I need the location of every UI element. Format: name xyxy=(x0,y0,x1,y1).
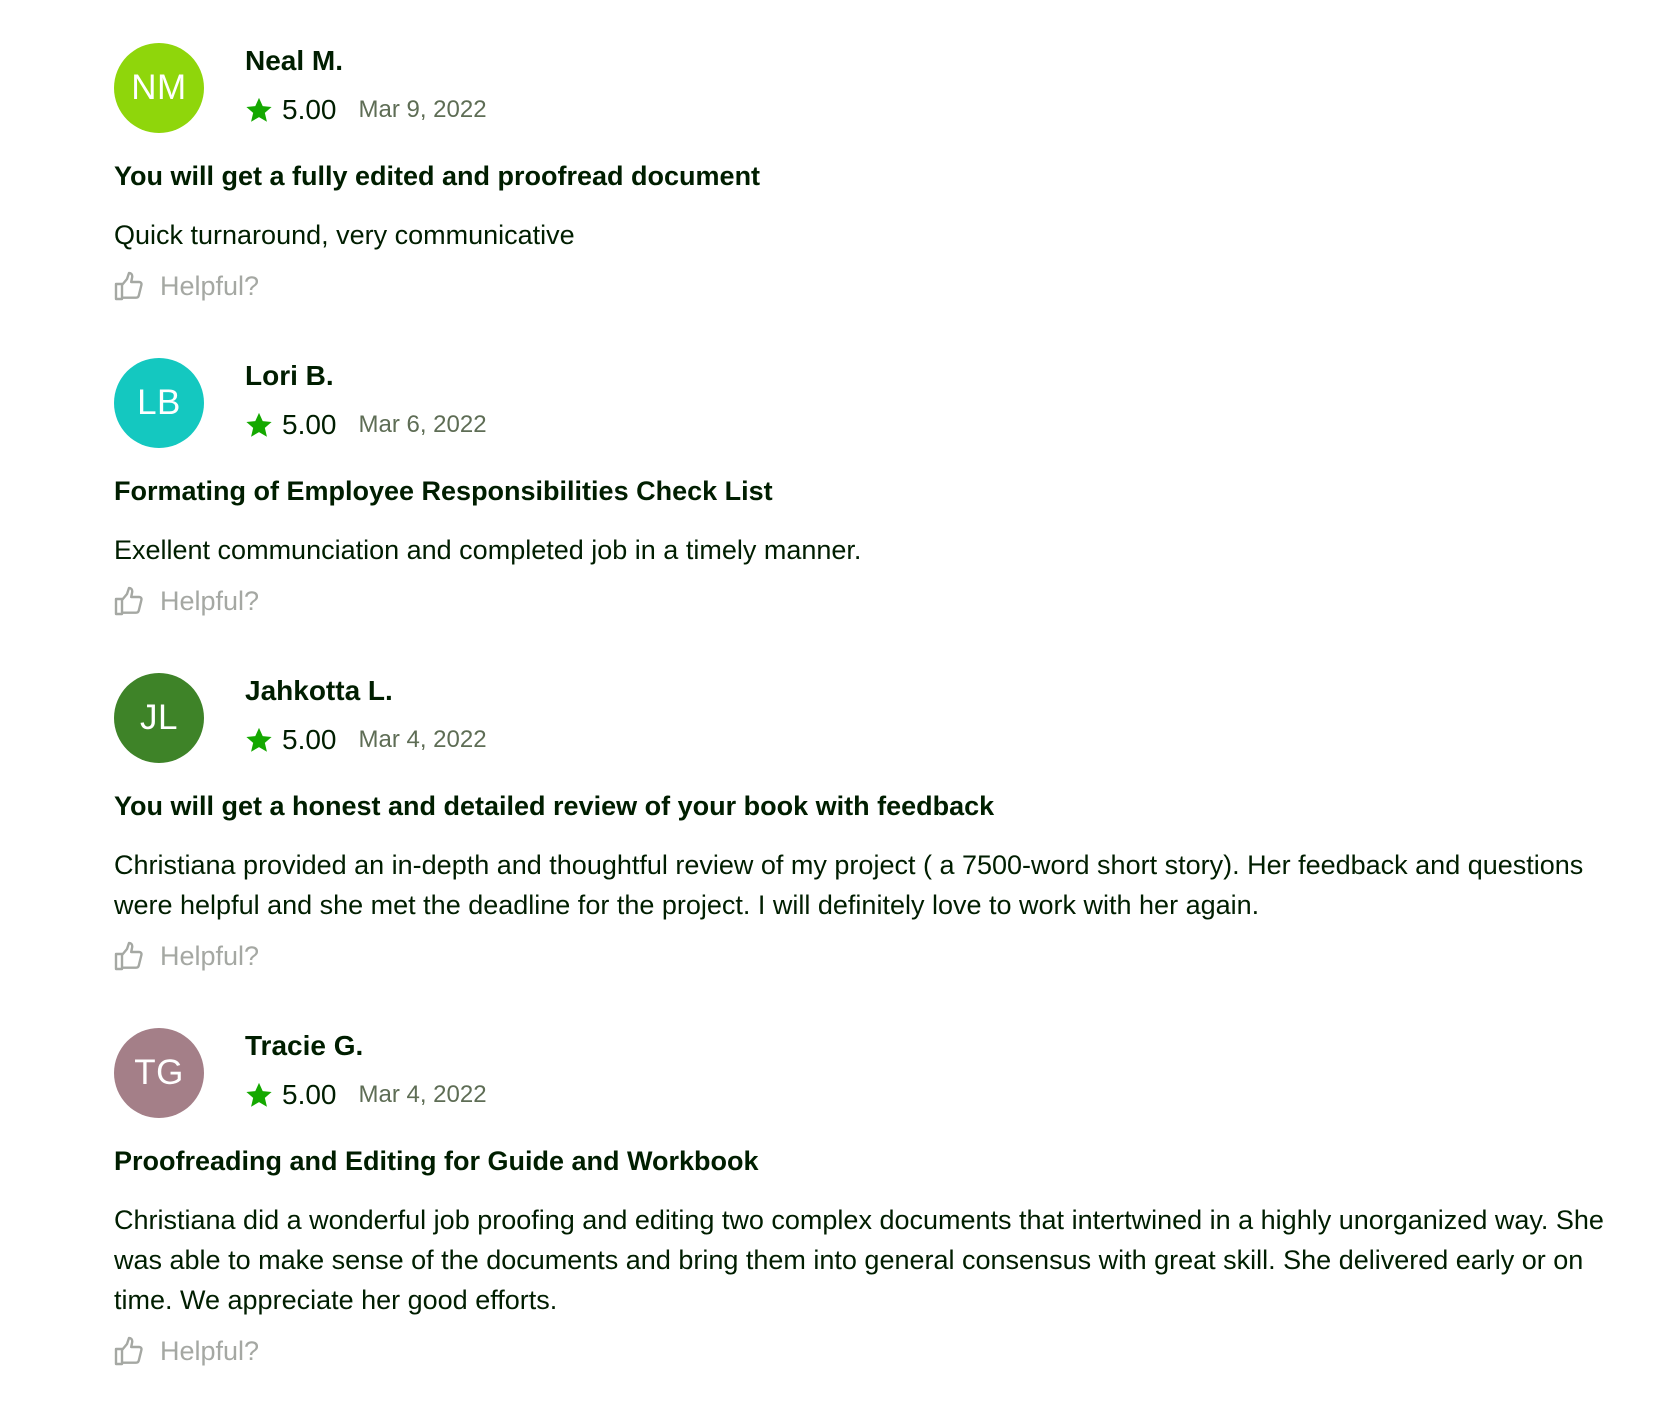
helpful-label: Helpful? xyxy=(160,270,260,301)
review-text: Christiana provided an in-depth and thou… xyxy=(114,850,1584,920)
star-icon xyxy=(245,1081,273,1109)
helpful-button[interactable]: Helpful? xyxy=(114,268,284,304)
rating-value: 5.00 xyxy=(282,724,337,755)
review-date: Mar 6, 2022 xyxy=(358,411,487,438)
thumbs-up-icon xyxy=(114,1335,144,1367)
thumbs-up-icon xyxy=(114,585,144,617)
star-icon xyxy=(245,411,273,439)
review-item: TG Tracie G. 5.00 Mar 4, 2022 Proofreading a… xyxy=(114,1028,1634,1369)
reviewer-name: Lori B. xyxy=(245,360,334,391)
review-item: LB Lori B. 5.00 Mar 6, 2022 Formating of Emp… xyxy=(114,358,1634,673)
helpful-label: Helpful? xyxy=(160,1335,260,1366)
reviewer-name: Tracie G. xyxy=(245,1030,364,1061)
helpful-button[interactable]: Helpful? xyxy=(114,938,284,974)
review-date: Mar 4, 2022 xyxy=(358,726,487,753)
review-date: Mar 9, 2022 xyxy=(358,96,487,123)
review-date: Mar 4, 2022 xyxy=(358,1081,487,1108)
helpful-button[interactable]: Helpful? xyxy=(114,583,284,619)
avatar: LB xyxy=(114,358,204,448)
helpful-button[interactable]: Helpful? xyxy=(114,1333,284,1369)
avatar: NM xyxy=(114,43,204,133)
rating-value: 5.00 xyxy=(282,1079,337,1110)
thumbs-up-icon xyxy=(114,270,144,302)
review-text: Quick turnaround, very communicative xyxy=(114,220,575,250)
review-divider xyxy=(114,619,1634,673)
avatar: TG xyxy=(114,1028,204,1118)
avatar: JL xyxy=(114,673,204,763)
job-title: You will get a honest and detailed revie… xyxy=(114,791,995,821)
review-header: TG Tracie G. 5.00 Mar 4, 2022 xyxy=(114,1028,1634,1120)
rating-line: 5.00 Mar 4, 2022 xyxy=(245,1078,487,1112)
rating-line: 5.00 Mar 4, 2022 xyxy=(245,723,487,757)
review-header: NM Neal M. 5.00 Mar 9, 2022 xyxy=(114,43,1634,135)
job-title: Proofreading and Editing for Guide and W… xyxy=(114,1146,759,1176)
rating-line: 5.00 Mar 9, 2022 xyxy=(245,93,487,127)
review-item: JL Jahkotta L. 5.00 Mar 4, 2022 You will get… xyxy=(114,673,1634,1028)
reviews-list: NM Neal M. 5.00 Mar 9, 2022 You will get a f… xyxy=(114,43,1634,1369)
job-title: You will get a fully edited and proofrea… xyxy=(114,161,761,191)
job-title: Formating of Employee Responsibilities C… xyxy=(114,476,773,506)
star-icon xyxy=(245,96,273,124)
helpful-label: Helpful? xyxy=(160,940,260,971)
reviewer-name: Neal M. xyxy=(245,45,344,76)
rating-value: 5.00 xyxy=(282,94,337,125)
rating-line: 5.00 Mar 6, 2022 xyxy=(245,408,487,442)
helpful-label: Helpful? xyxy=(160,585,260,616)
thumbs-up-icon xyxy=(114,940,144,972)
star-icon xyxy=(245,726,273,754)
review-text: Christiana did a wonderful job proofing … xyxy=(114,1205,1604,1315)
review-header: LB Lori B. 5.00 Mar 6, 2022 xyxy=(114,358,1634,450)
review-divider xyxy=(114,974,1634,1028)
review-item: NM Neal M. 5.00 Mar 9, 2022 You will get a f… xyxy=(114,43,1634,358)
reviewer-name: Jahkotta L. xyxy=(245,675,393,706)
review-text: Exellent communciation and completed job… xyxy=(114,535,862,565)
review-divider xyxy=(114,304,1634,358)
review-header: JL Jahkotta L. 5.00 Mar 4, 2022 xyxy=(114,673,1634,765)
rating-value: 5.00 xyxy=(282,409,337,440)
